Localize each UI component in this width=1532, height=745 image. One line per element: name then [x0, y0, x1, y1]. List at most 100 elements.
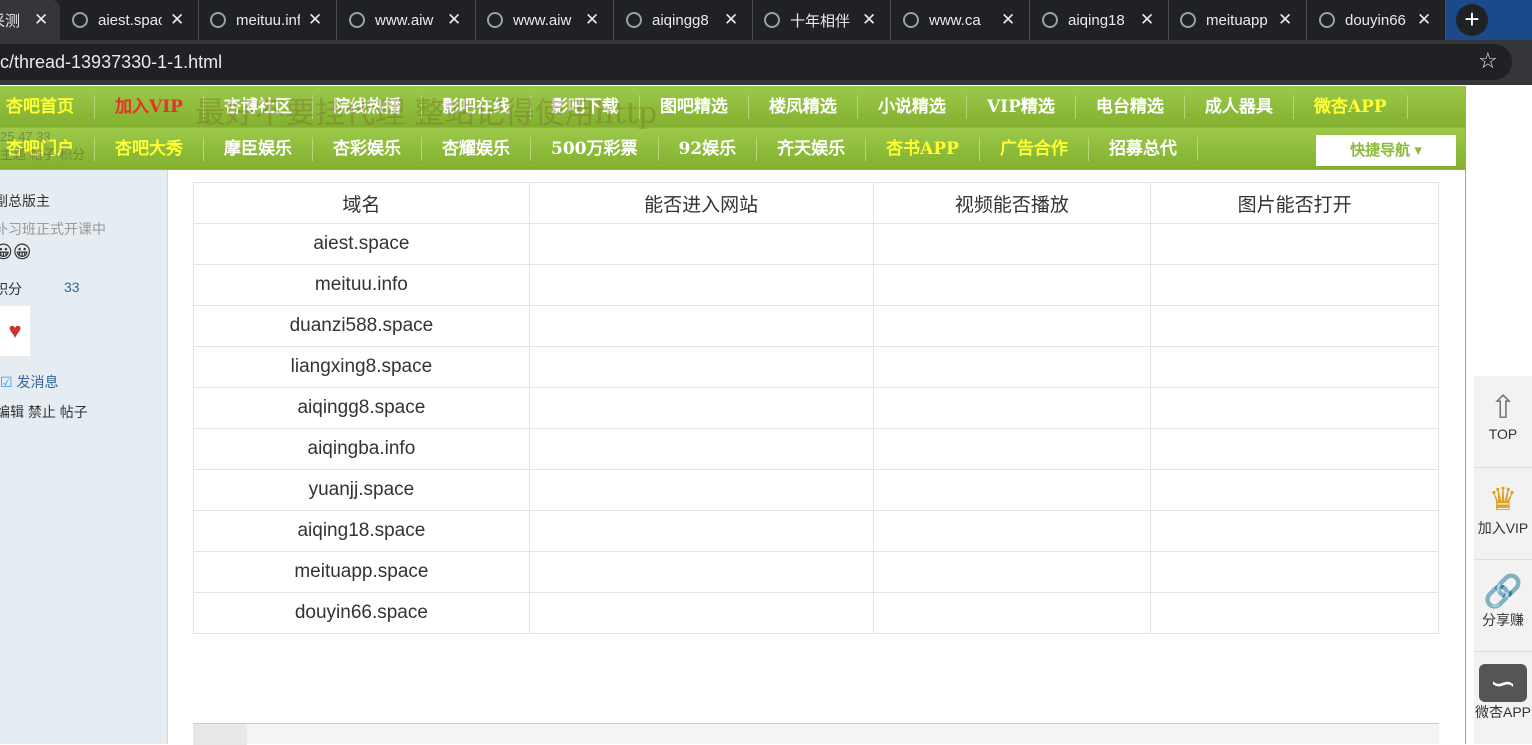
nav-link[interactable]: 成人器具	[1185, 94, 1294, 119]
close-tab-icon[interactable]: ✕	[308, 10, 322, 30]
url-field[interactable]: c/thread-13937330-1-1.html	[0, 44, 1512, 80]
close-tab-icon[interactable]: ✕	[862, 10, 876, 30]
status-cell	[528, 346, 874, 388]
close-tab-icon[interactable]: ✕	[447, 10, 461, 30]
close-tab-icon[interactable]: ✕	[1278, 10, 1292, 30]
send-message-link[interactable]: ☑ 发消息	[0, 372, 58, 392]
new-tab-button[interactable]: +	[1456, 4, 1488, 36]
admin-actions[interactable]: 编辑 禁止 帖子	[0, 402, 88, 422]
nav-link[interactable]: 招募总代	[1089, 136, 1198, 161]
browser-tab[interactable]: 采测✕	[0, 0, 60, 40]
nav-link[interactable]: 92娱乐	[659, 136, 758, 161]
crown-icon: ♛	[1488, 481, 1518, 517]
globe-icon	[210, 12, 226, 28]
medal-icon: ♥	[0, 306, 30, 356]
bookmark-star-icon[interactable]: ☆	[1478, 48, 1498, 74]
browser-tab[interactable]: douyin66 ✕	[1307, 0, 1446, 40]
points-value[interactable]: 33	[64, 279, 80, 295]
status-cell	[528, 469, 874, 511]
status-cell	[1150, 223, 1439, 265]
nav-link[interactable]: 杏吧首页	[0, 94, 95, 119]
nav-link[interactable]: 微杏APP	[1294, 94, 1408, 119]
nav-link[interactable]: 齐天娱乐	[757, 136, 867, 161]
browser-tab[interactable]: aiqing18 ✕	[1030, 0, 1169, 40]
close-tab-icon[interactable]: ✕	[1417, 10, 1431, 30]
globe-icon	[1042, 12, 1058, 28]
nav-link[interactable]: 杏吧大秀	[95, 136, 204, 161]
domain-cell: aiqingba.info	[193, 428, 530, 470]
table-row: aiqing18.space	[193, 510, 1439, 552]
table-row: meituapp.space	[193, 551, 1439, 593]
app-button[interactable]: ∽ 微杏APP	[1474, 652, 1532, 744]
close-tab-icon[interactable]: ✕	[1140, 10, 1154, 30]
browser-tab[interactable]: 十年相伴 ✕	[752, 0, 891, 40]
close-tab-icon[interactable]: ✕	[34, 10, 48, 30]
share-earn-button[interactable]: 🔗 分享赚	[1474, 560, 1532, 652]
browser-tab[interactable]: meituapp ✕	[1168, 0, 1307, 40]
user-notice: 补习班正式开课中	[0, 221, 106, 237]
browser-tab[interactable]: www.aiw ✕	[337, 0, 476, 40]
close-tab-icon[interactable]: ✕	[170, 10, 184, 30]
close-tab-icon[interactable]: ✕	[724, 10, 738, 30]
nav-link[interactable]: 杏耀娱乐	[422, 136, 531, 161]
status-cell	[1150, 510, 1439, 552]
status-cell	[528, 592, 874, 634]
nav-link[interactable]: 图吧精选	[640, 94, 749, 119]
status-cell	[528, 551, 874, 593]
close-tab-icon[interactable]: ✕	[1001, 10, 1015, 30]
nav-link[interactable]: VIP精选	[967, 94, 1076, 119]
table-row: aiqingg8.space	[193, 387, 1439, 429]
globe-icon	[764, 12, 780, 28]
globe-icon	[72, 12, 88, 28]
domain-table: 域名 能否进入网站 视频能否播放 图片能否打开 aiest.space meituu.i…	[193, 182, 1439, 634]
status-cell	[528, 305, 874, 347]
browser-tab[interactable]: www.ca ✕	[891, 0, 1030, 40]
domain-cell: meituu.info	[193, 264, 530, 306]
arrow-up-icon: ⇧	[1489, 389, 1517, 425]
float-toolbar: ⇧ TOP ♛ 加入VIP 🔗 分享赚 ∽ 微杏APP	[1474, 376, 1532, 744]
money-bag-icon: 🔗	[1483, 573, 1523, 609]
domain-cell: duanzi588.space	[193, 305, 530, 347]
nav-link[interactable]: 500万彩票	[531, 136, 659, 161]
browser-tab[interactable]: www.aiw ✕	[475, 0, 614, 40]
table-row: douyin66.space	[193, 592, 1439, 634]
status-cell	[1150, 305, 1439, 347]
back-to-top-button[interactable]: ⇧ TOP	[1474, 376, 1532, 468]
table-row: liangxing8.space	[193, 346, 1439, 388]
globe-icon	[1180, 12, 1196, 28]
quick-nav-button[interactable]: 快捷导航 ▾	[1316, 135, 1456, 166]
browser-tab[interactable]: meituu.info✕	[198, 0, 337, 40]
status-cell	[528, 264, 874, 306]
status-cell	[872, 428, 1152, 470]
nav-link[interactable]: 影吧在线	[422, 94, 531, 119]
column-header: 域名	[193, 182, 530, 224]
status-cell	[872, 551, 1152, 593]
nav-link[interactable]: 广告合作	[980, 136, 1089, 161]
nav-link[interactable]: 电台精选	[1076, 94, 1185, 119]
nav-link[interactable]: 杏书APP	[866, 136, 980, 161]
status-cell	[1150, 469, 1439, 511]
reply-box	[193, 723, 1439, 745]
join-vip-button[interactable]: ♛ 加入VIP	[1474, 468, 1532, 560]
status-cell	[1150, 592, 1439, 634]
status-cell	[528, 510, 874, 552]
nav-link[interactable]: 楼凤精选	[749, 94, 858, 119]
status-cell	[1150, 346, 1439, 388]
browser-tab[interactable]: aiqingg8 ✕	[614, 0, 753, 40]
close-tab-icon[interactable]: ✕	[585, 10, 599, 30]
nav-link[interactable]: 摩臣娱乐	[204, 136, 313, 161]
domain-cell: aiest.space	[193, 223, 530, 265]
status-cell	[1150, 428, 1439, 470]
browser-tab[interactable]: aiest.space✕	[60, 0, 199, 40]
nav-link[interactable]: 加入VIP	[95, 94, 204, 119]
domain-cell: liangxing8.space	[193, 346, 530, 388]
status-cell	[872, 264, 1152, 306]
domain-cell: douyin66.space	[193, 592, 530, 634]
nav-link[interactable]: 院线热播	[313, 94, 422, 119]
nav-link[interactable]: 小说精选	[858, 94, 967, 119]
main-nav: 杏吧首页 加入VIP 杏博社区 院线热播 影吧在线 影吧下载 图吧精选 楼凤精选 小说精选 VIP…	[0, 86, 1466, 170]
nav-link[interactable]: 影吧下载	[531, 94, 640, 119]
nav-link[interactable]: 杏彩娱乐	[313, 136, 422, 161]
domain-cell: meituapp.space	[193, 551, 530, 593]
nav-link[interactable]: 杏博社区	[204, 94, 313, 119]
